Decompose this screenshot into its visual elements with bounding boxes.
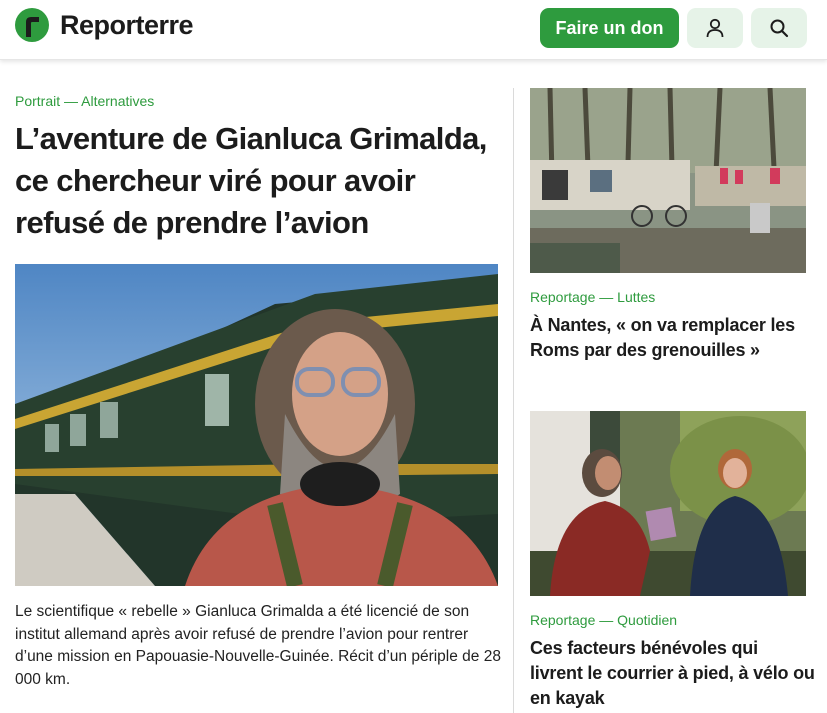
side-article-image[interactable] (530, 411, 806, 596)
side-article-title[interactable]: À Nantes, « on va remplacer les Roms par… (530, 313, 815, 363)
site-logo[interactable]: Reporterre (14, 7, 194, 43)
logo-text: Reporterre (60, 9, 194, 40)
site-header: Reporterre Faire un don (0, 0, 827, 60)
main-article-image[interactable] (15, 264, 498, 586)
search-icon (770, 19, 789, 38)
user-icon (706, 18, 724, 38)
reporterre-logo-icon (15, 8, 49, 42)
main-article-lede: Le scientifique « rebelle » Gianluca Gri… (15, 603, 501, 688)
side-article-title[interactable]: Ces facteurs bénévoles qui livrent le co… (530, 636, 815, 711)
search-button[interactable] (751, 8, 807, 48)
side-article-image[interactable] (530, 88, 806, 273)
main-article-kicker[interactable]: Portrait — Alternatives (15, 93, 154, 109)
side-article-kicker[interactable]: Reportage — Luttes (530, 289, 655, 305)
side-article-kicker[interactable]: Reportage — Quotidien (530, 612, 677, 628)
main-article-title[interactable]: L’aventure de Gianluca Grimalda, ce cher… (15, 118, 510, 244)
account-button[interactable] (687, 8, 743, 48)
donate-button[interactable]: Faire un don (540, 8, 679, 48)
column-divider (513, 88, 514, 713)
